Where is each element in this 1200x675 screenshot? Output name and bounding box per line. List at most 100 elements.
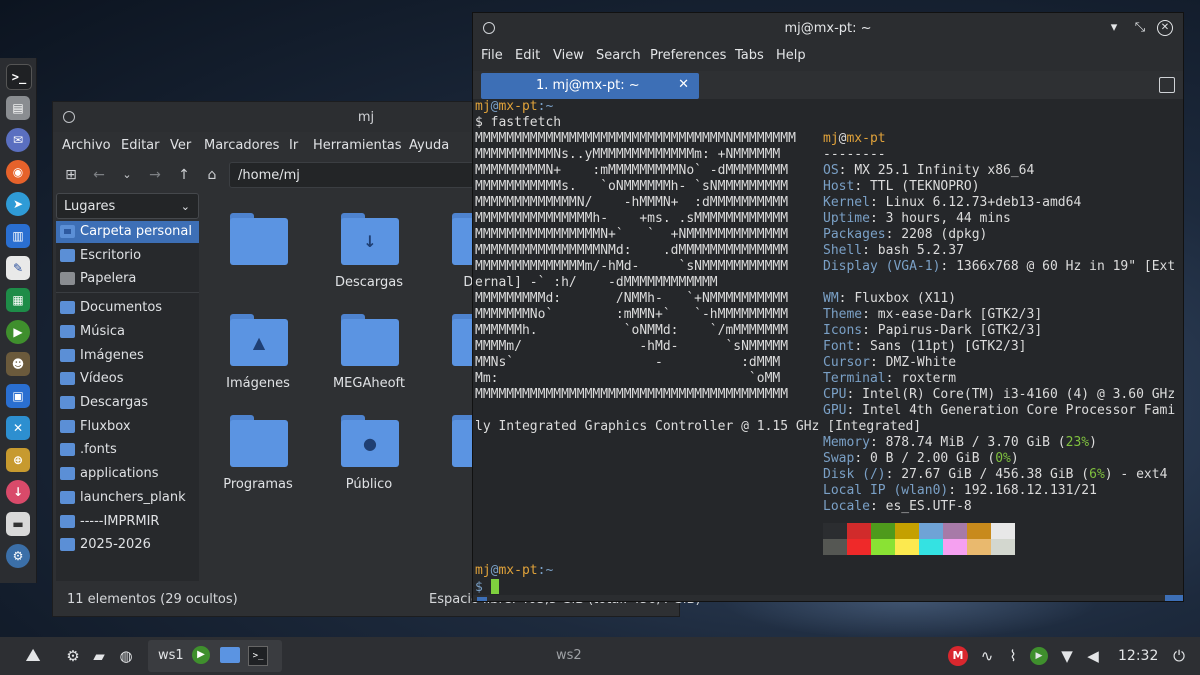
place-descargas[interactable]: Descargas	[56, 392, 199, 414]
new-tab-icon[interactable]	[1159, 77, 1175, 93]
forward-arrow-icon[interactable]: →	[145, 166, 165, 184]
power-icon[interactable]: ⏻	[1170, 647, 1188, 665]
folder-icon	[60, 515, 75, 528]
globe-icon[interactable]: ◍	[117, 647, 135, 665]
text-editor-launcher-icon[interactable]: ✎	[6, 256, 30, 280]
place-fonts[interactable]: .fonts	[56, 439, 199, 461]
menu-edit[interactable]: Edit	[515, 48, 540, 63]
firefox-launcher-icon[interactable]: ◉	[6, 160, 30, 184]
menu-preferences[interactable]: Preferences	[650, 48, 726, 63]
clock[interactable]: 12:32	[1118, 648, 1158, 664]
logo-line: MMMMMMMMMMMMMMMMMMMMMMMMMMMMMMMMNMMMMMMM…	[475, 131, 796, 146]
mega-tray-icon[interactable]: M	[948, 646, 968, 666]
folder-icon	[60, 491, 75, 504]
folder-icon	[60, 467, 75, 480]
text-cursor	[490, 579, 499, 594]
place-escritorio[interactable]: Escritorio	[56, 245, 199, 267]
media-tray-icon[interactable]: ▶	[1030, 647, 1048, 665]
thunderbird-launcher-icon[interactable]: ✉	[6, 128, 30, 152]
menu-editar[interactable]: Editar	[121, 138, 160, 153]
place-2025-2026[interactable]: 2025-2026	[56, 534, 199, 556]
writer-launcher-icon[interactable]: ▥	[6, 224, 30, 248]
menu-archivo[interactable]: Archivo	[62, 138, 111, 153]
info-gpu: GPU: Intel 4th Generation Core Processor…	[823, 403, 1176, 418]
back-arrow-icon[interactable]: ←	[89, 166, 109, 184]
palette-swatch	[895, 523, 919, 539]
info-user-host: mj@mx-pt	[823, 131, 886, 146]
printer-launcher-icon[interactable]: ▬	[6, 512, 30, 536]
logo-line: MMMMMMMMMMNs..yMMMMMMMMMMMMMm: +NMMMMMM	[475, 147, 781, 162]
screenshot-launcher-icon[interactable]: ▣	[6, 384, 30, 408]
menu-ir[interactable]: Ir	[289, 138, 298, 153]
folder-item[interactable]	[203, 203, 303, 299]
download-manager-launcher-icon[interactable]: ↓	[6, 480, 30, 504]
media-player-task-icon[interactable]: ▶	[192, 646, 210, 664]
menu-file[interactable]: File	[481, 48, 503, 63]
place-musica[interactable]: Música	[56, 321, 199, 343]
package-installer-launcher-icon[interactable]: ⊕	[6, 448, 30, 472]
menu-help[interactable]: Help	[776, 48, 806, 63]
place-launchers-plank[interactable]: launchers_plank	[56, 487, 199, 509]
paperclip-icon[interactable]: ⌇	[1004, 647, 1022, 665]
minimize-icon[interactable]: ▾	[1105, 19, 1123, 37]
terminal-launcher-icon[interactable]: >_	[6, 64, 32, 90]
mx-menu-icon[interactable]: ⛰	[20, 647, 46, 665]
place-fluxbox[interactable]: Fluxbox	[56, 416, 199, 438]
menu-marcadores[interactable]: Marcadores	[204, 138, 279, 153]
home-icon[interactable]: ⌂	[202, 166, 222, 184]
close-tab-icon[interactable]: ✕	[678, 77, 689, 92]
place-carpeta-personal[interactable]: Carpeta personal	[56, 221, 199, 243]
gimp-launcher-icon[interactable]: ☻	[6, 352, 30, 376]
scrollbar-thumb[interactable]	[1165, 595, 1183, 601]
file-manager-launcher-icon[interactable]: ▤	[6, 96, 30, 120]
menu-view[interactable]: View	[553, 48, 584, 63]
tab-terminal-1[interactable]: 1. mj@mx-pt: ~ ✕	[481, 73, 699, 99]
control-center-launcher-icon[interactable]: ⚙	[6, 544, 30, 568]
info-uptime: Uptime: 3 hours, 44 mins	[823, 211, 1011, 226]
history-chevron-down-icon[interactable]: ⌄	[117, 166, 137, 184]
terminal-output[interactable]: mj@mx-pt:~ $ fastfetch MMMMMMMMMMMMMMMMM…	[473, 99, 1183, 595]
folder-item-publico[interactable]: ● Público	[314, 405, 414, 501]
maximize-icon[interactable]: ⤡	[1131, 19, 1149, 37]
terminal-window: mj@mx-pt: ~ ▾ ⤡ ✕ File Edit View Search …	[472, 12, 1184, 602]
spreadsheet-launcher-icon[interactable]: ▦	[6, 288, 30, 312]
place-imprmir[interactable]: -----IMPRMIR	[56, 511, 199, 533]
palette-swatch	[871, 539, 895, 555]
menu-ayuda[interactable]: Ayuda	[409, 138, 449, 153]
activity-monitor-icon[interactable]: ∿	[978, 647, 996, 665]
command-line: $ fastfetch	[475, 115, 562, 130]
wifi-icon[interactable]: ▼	[1058, 647, 1076, 665]
telegram-launcher-icon[interactable]: ➤	[6, 192, 30, 216]
terminal-task-icon[interactable]: >_	[248, 646, 268, 666]
place-applications[interactable]: applications	[56, 463, 199, 485]
menu-herramientas[interactable]: Herramientas	[313, 138, 402, 153]
folder-item-imagenes[interactable]: ▲ Imágenes	[203, 304, 303, 400]
place-papelera[interactable]: Papelera	[56, 268, 199, 290]
place-documentos[interactable]: Documentos	[56, 297, 199, 319]
side-pane-mode-select[interactable]: Lugares ⌄	[56, 193, 199, 219]
media-player-launcher-icon[interactable]: ▶	[6, 320, 30, 344]
close-icon[interactable]: ✕	[1157, 20, 1173, 36]
place-imagenes[interactable]: Imágenes	[56, 345, 199, 367]
folder-item-megaheoft[interactable]: MEGAheoft	[314, 304, 414, 400]
menu-ver[interactable]: Ver	[170, 138, 191, 153]
folder-icon[interactable]: ▰	[90, 647, 108, 665]
info-wm: WM: Fluxbox (X11)	[823, 291, 957, 306]
workspace-2-label[interactable]: ws2	[556, 648, 582, 663]
terminal-titlebar[interactable]: mj@mx-pt: ~ ▾ ⤡ ✕	[473, 13, 1183, 43]
new-tab-icon[interactable]: ⊞	[61, 166, 81, 184]
volume-icon[interactable]: ◀	[1084, 647, 1102, 665]
folder-item-programas[interactable]: Programas	[203, 405, 303, 501]
workspace-1-pager[interactable]: ws1 ▶ >_	[148, 640, 282, 672]
application-dock: >_ ▤ ✉ ◉ ➤ ▥ ✎ ▦ ▶ ☻ ▣ ✕ ⊕ ↓ ▬ ⚙	[0, 58, 37, 583]
folder-item-descargas[interactable]: ↓ Descargas	[314, 203, 414, 299]
file-manager-task-icon[interactable]	[220, 647, 240, 663]
menu-tabs[interactable]: Tabs	[735, 48, 764, 63]
menu-search[interactable]: Search	[596, 48, 641, 63]
settings-tool-launcher-icon[interactable]: ✕	[6, 416, 30, 440]
gear-icon[interactable]: ⚙	[64, 647, 82, 665]
place-videos[interactable]: Vídeos	[56, 368, 199, 390]
up-arrow-icon[interactable]: ↑	[174, 166, 194, 184]
place-label: Imágenes	[80, 348, 144, 363]
input-line[interactable]: $	[475, 579, 499, 595]
